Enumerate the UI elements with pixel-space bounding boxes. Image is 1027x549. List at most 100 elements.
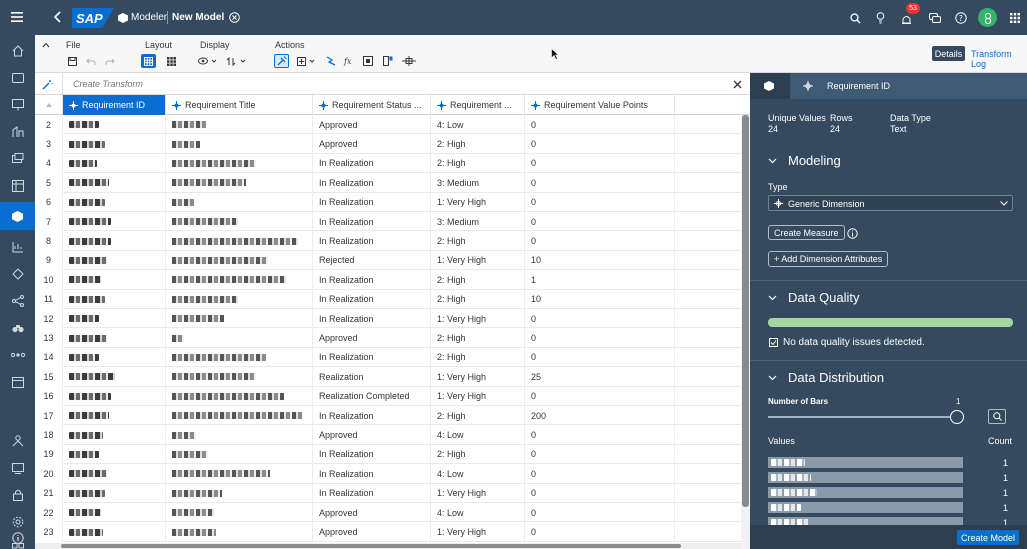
column-header-requirement-priority[interactable]: Requirement ...: [431, 95, 525, 115]
cell-requirement-value-points[interactable]: 200: [525, 406, 675, 426]
table-row[interactable]: 9 Rejected 1: Very High 10: [35, 250, 741, 271]
cell-requirement-value-points[interactable]: 1: [525, 270, 675, 290]
cell-requirement-title[interactable]: [166, 406, 313, 426]
cell-requirement-id[interactable]: [63, 192, 166, 212]
cell-requirement-value-points[interactable]: 0: [525, 231, 675, 251]
type-select[interactable]: Generic Dimension: [768, 195, 1013, 211]
cell-requirement-value-points[interactable]: 0: [525, 134, 675, 154]
horizontal-scrollbar[interactable]: [35, 543, 741, 549]
hamburger-icon[interactable]: [10, 10, 24, 24]
table-row[interactable]: 7 In Realization 3: Medium 0: [35, 212, 741, 232]
home-icon[interactable]: [0, 39, 35, 63]
cell-requirement-title[interactable]: [166, 250, 313, 271]
details-button[interactable]: Details: [932, 46, 965, 61]
cell-requirement-status[interactable]: In Realization: [313, 270, 431, 290]
search-icon[interactable]: [848, 11, 862, 25]
cell-requirement-priority[interactable]: 3: Medium: [431, 212, 525, 232]
cell-requirement-status[interactable]: Approved: [313, 328, 431, 348]
close-icon[interactable]: [731, 78, 743, 90]
cell-requirement-priority[interactable]: 2: High: [431, 134, 525, 154]
table-row[interactable]: 13 Approved 2: High 0: [35, 328, 741, 348]
cell-requirement-priority[interactable]: 4: Low: [431, 464, 525, 484]
files-icon[interactable]: [0, 66, 35, 90]
cell-requirement-value-points[interactable]: 0: [525, 444, 675, 465]
info-icon[interactable]: [846, 227, 858, 239]
modeler-icon[interactable]: [0, 202, 35, 230]
cell-requirement-title[interactable]: [166, 464, 313, 484]
cell-requirement-title[interactable]: [166, 173, 313, 193]
selected-column-tab[interactable]: Requirement ID: [790, 73, 1027, 99]
cell-requirement-value-points[interactable]: 0: [525, 347, 675, 368]
undo-icon[interactable]: [85, 54, 97, 68]
cell-requirement-title[interactable]: [166, 309, 313, 329]
system-icon[interactable]: [0, 456, 35, 480]
cell-requirement-status[interactable]: Approved: [313, 425, 431, 445]
cell-requirement-value-points[interactable]: 0: [525, 115, 675, 135]
cell-requirement-priority[interactable]: 2: High: [431, 328, 525, 348]
cell-requirement-value-points[interactable]: 0: [525, 328, 675, 348]
cell-requirement-title[interactable]: [166, 115, 313, 135]
lightbulb-icon[interactable]: [873, 11, 887, 25]
cell-requirement-priority[interactable]: 4: Low: [431, 503, 525, 523]
cell-requirement-status[interactable]: Approved: [313, 522, 431, 542]
table-row[interactable]: 6 In Realization 1: Very High 0: [35, 192, 741, 212]
split-icon[interactable]: [401, 54, 417, 68]
table-row[interactable]: 12 In Realization 1: Very High 0: [35, 309, 741, 329]
cell-requirement-status[interactable]: In Realization: [313, 309, 431, 329]
data-distribution-section-title[interactable]: Data Distribution: [788, 370, 884, 385]
cell-requirement-title[interactable]: [166, 522, 313, 542]
cell-requirement-value-points[interactable]: 0: [525, 192, 675, 212]
cell-requirement-title[interactable]: [166, 153, 313, 174]
cell-requirement-title[interactable]: [166, 328, 313, 348]
cell-requirement-title[interactable]: [166, 231, 313, 251]
analytic-app-icon[interactable]: [0, 120, 35, 144]
horizontal-scroll-thumb[interactable]: [61, 544, 681, 548]
cell-requirement-title[interactable]: [166, 289, 313, 309]
cell-requirement-priority[interactable]: 2: High: [431, 270, 525, 290]
cell-requirement-title[interactable]: [166, 134, 313, 154]
cell-requirement-value-points[interactable]: 0: [525, 153, 675, 174]
cell-requirement-value-points[interactable]: 0: [525, 386, 675, 406]
cell-requirement-priority[interactable]: 1: Very High: [431, 386, 525, 406]
cell-requirement-title[interactable]: [166, 483, 313, 503]
cell-requirement-id[interactable]: [63, 406, 166, 426]
share-icon[interactable]: [0, 289, 35, 313]
stories-icon[interactable]: [0, 93, 35, 117]
cell-requirement-status[interactable]: In Realization: [313, 153, 431, 174]
cell-requirement-title[interactable]: [166, 212, 313, 232]
save-icon[interactable]: [66, 54, 78, 68]
table-row[interactable]: 21 In Realization 1: Very High 0: [35, 483, 741, 503]
column-header-requirement-status[interactable]: Requirement Status ...: [313, 95, 431, 115]
cell-requirement-id[interactable]: [63, 289, 166, 309]
data-analyzer-icon[interactable]: [0, 235, 35, 259]
cell-requirement-value-points[interactable]: 0: [525, 425, 675, 445]
add-dimension-attributes-button[interactable]: + Add Dimension Attributes: [768, 251, 889, 267]
dimension-icon[interactable]: [361, 54, 375, 68]
avatar[interactable]: [978, 8, 997, 27]
modeling-section-title[interactable]: Modeling: [788, 153, 841, 168]
process-flow-icon[interactable]: [0, 343, 35, 367]
cell-requirement-status[interactable]: In Realization: [313, 347, 431, 368]
cell-requirement-id[interactable]: [63, 173, 166, 193]
column-header-requirement-value-points[interactable]: Requirement Value Points: [525, 95, 675, 115]
data-quality-section-title[interactable]: Data Quality: [788, 290, 860, 305]
cell-requirement-value-points[interactable]: 25: [525, 367, 675, 387]
table-row[interactable]: 2 Approved 4: Low 0: [35, 115, 741, 135]
notification-bell-icon[interactable]: [899, 13, 913, 27]
cell-requirement-status[interactable]: In Realization: [313, 231, 431, 251]
cell-requirement-status[interactable]: In Realization: [313, 192, 431, 212]
cell-requirement-priority[interactable]: 1: Very High: [431, 192, 525, 212]
cell-requirement-priority[interactable]: 1: Very High: [431, 367, 525, 387]
cell-requirement-value-points[interactable]: 0: [525, 173, 675, 193]
vertical-scroll-thumb[interactable]: [742, 115, 749, 507]
cell-requirement-priority[interactable]: 3: Medium: [431, 173, 525, 193]
cell-requirement-id[interactable]: [63, 250, 166, 271]
cell-requirement-id[interactable]: [63, 134, 166, 154]
table-row[interactable]: 14 In Realization 2: High 0: [35, 347, 741, 368]
binoculars-icon[interactable]: [0, 316, 35, 340]
cell-requirement-id[interactable]: [63, 328, 166, 348]
cell-requirement-status[interactable]: In Realization: [313, 444, 431, 465]
cell-requirement-priority[interactable]: 2: High: [431, 153, 525, 174]
table-row[interactable]: 15 Realization 1: Very High 25: [35, 367, 741, 387]
cell-requirement-value-points[interactable]: 10: [525, 250, 675, 271]
